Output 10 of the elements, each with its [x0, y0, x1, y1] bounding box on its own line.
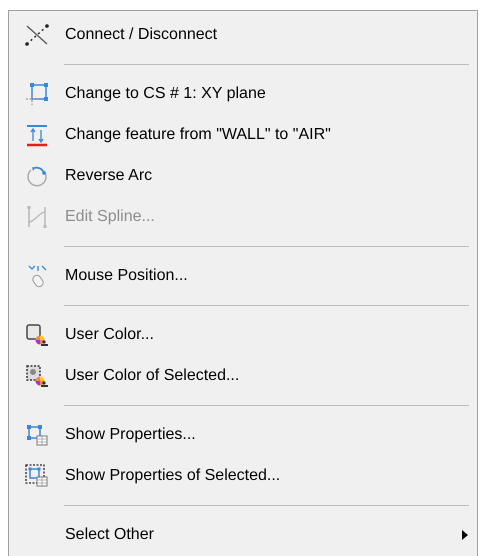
menu-item[interactable]: User Color of Selected...	[9, 355, 477, 396]
menu-item[interactable]: Change feature from "WALL" to "AIR"	[9, 114, 477, 155]
menu-item[interactable]: Change to CS # 1: XY plane	[9, 73, 477, 114]
menu-item[interactable]: Show Properties...	[9, 414, 477, 455]
menu-item[interactable]: Connect / Disconnect	[9, 14, 477, 55]
menu-item[interactable]: Mouse Position...	[9, 255, 477, 296]
menu-item[interactable]: Show Properties of Selected...	[9, 455, 477, 496]
menu-item[interactable]: Select Other	[9, 514, 477, 555]
menu-item[interactable]: User Color...	[9, 314, 477, 355]
menu-item[interactable]: Reverse Arc	[9, 155, 477, 196]
